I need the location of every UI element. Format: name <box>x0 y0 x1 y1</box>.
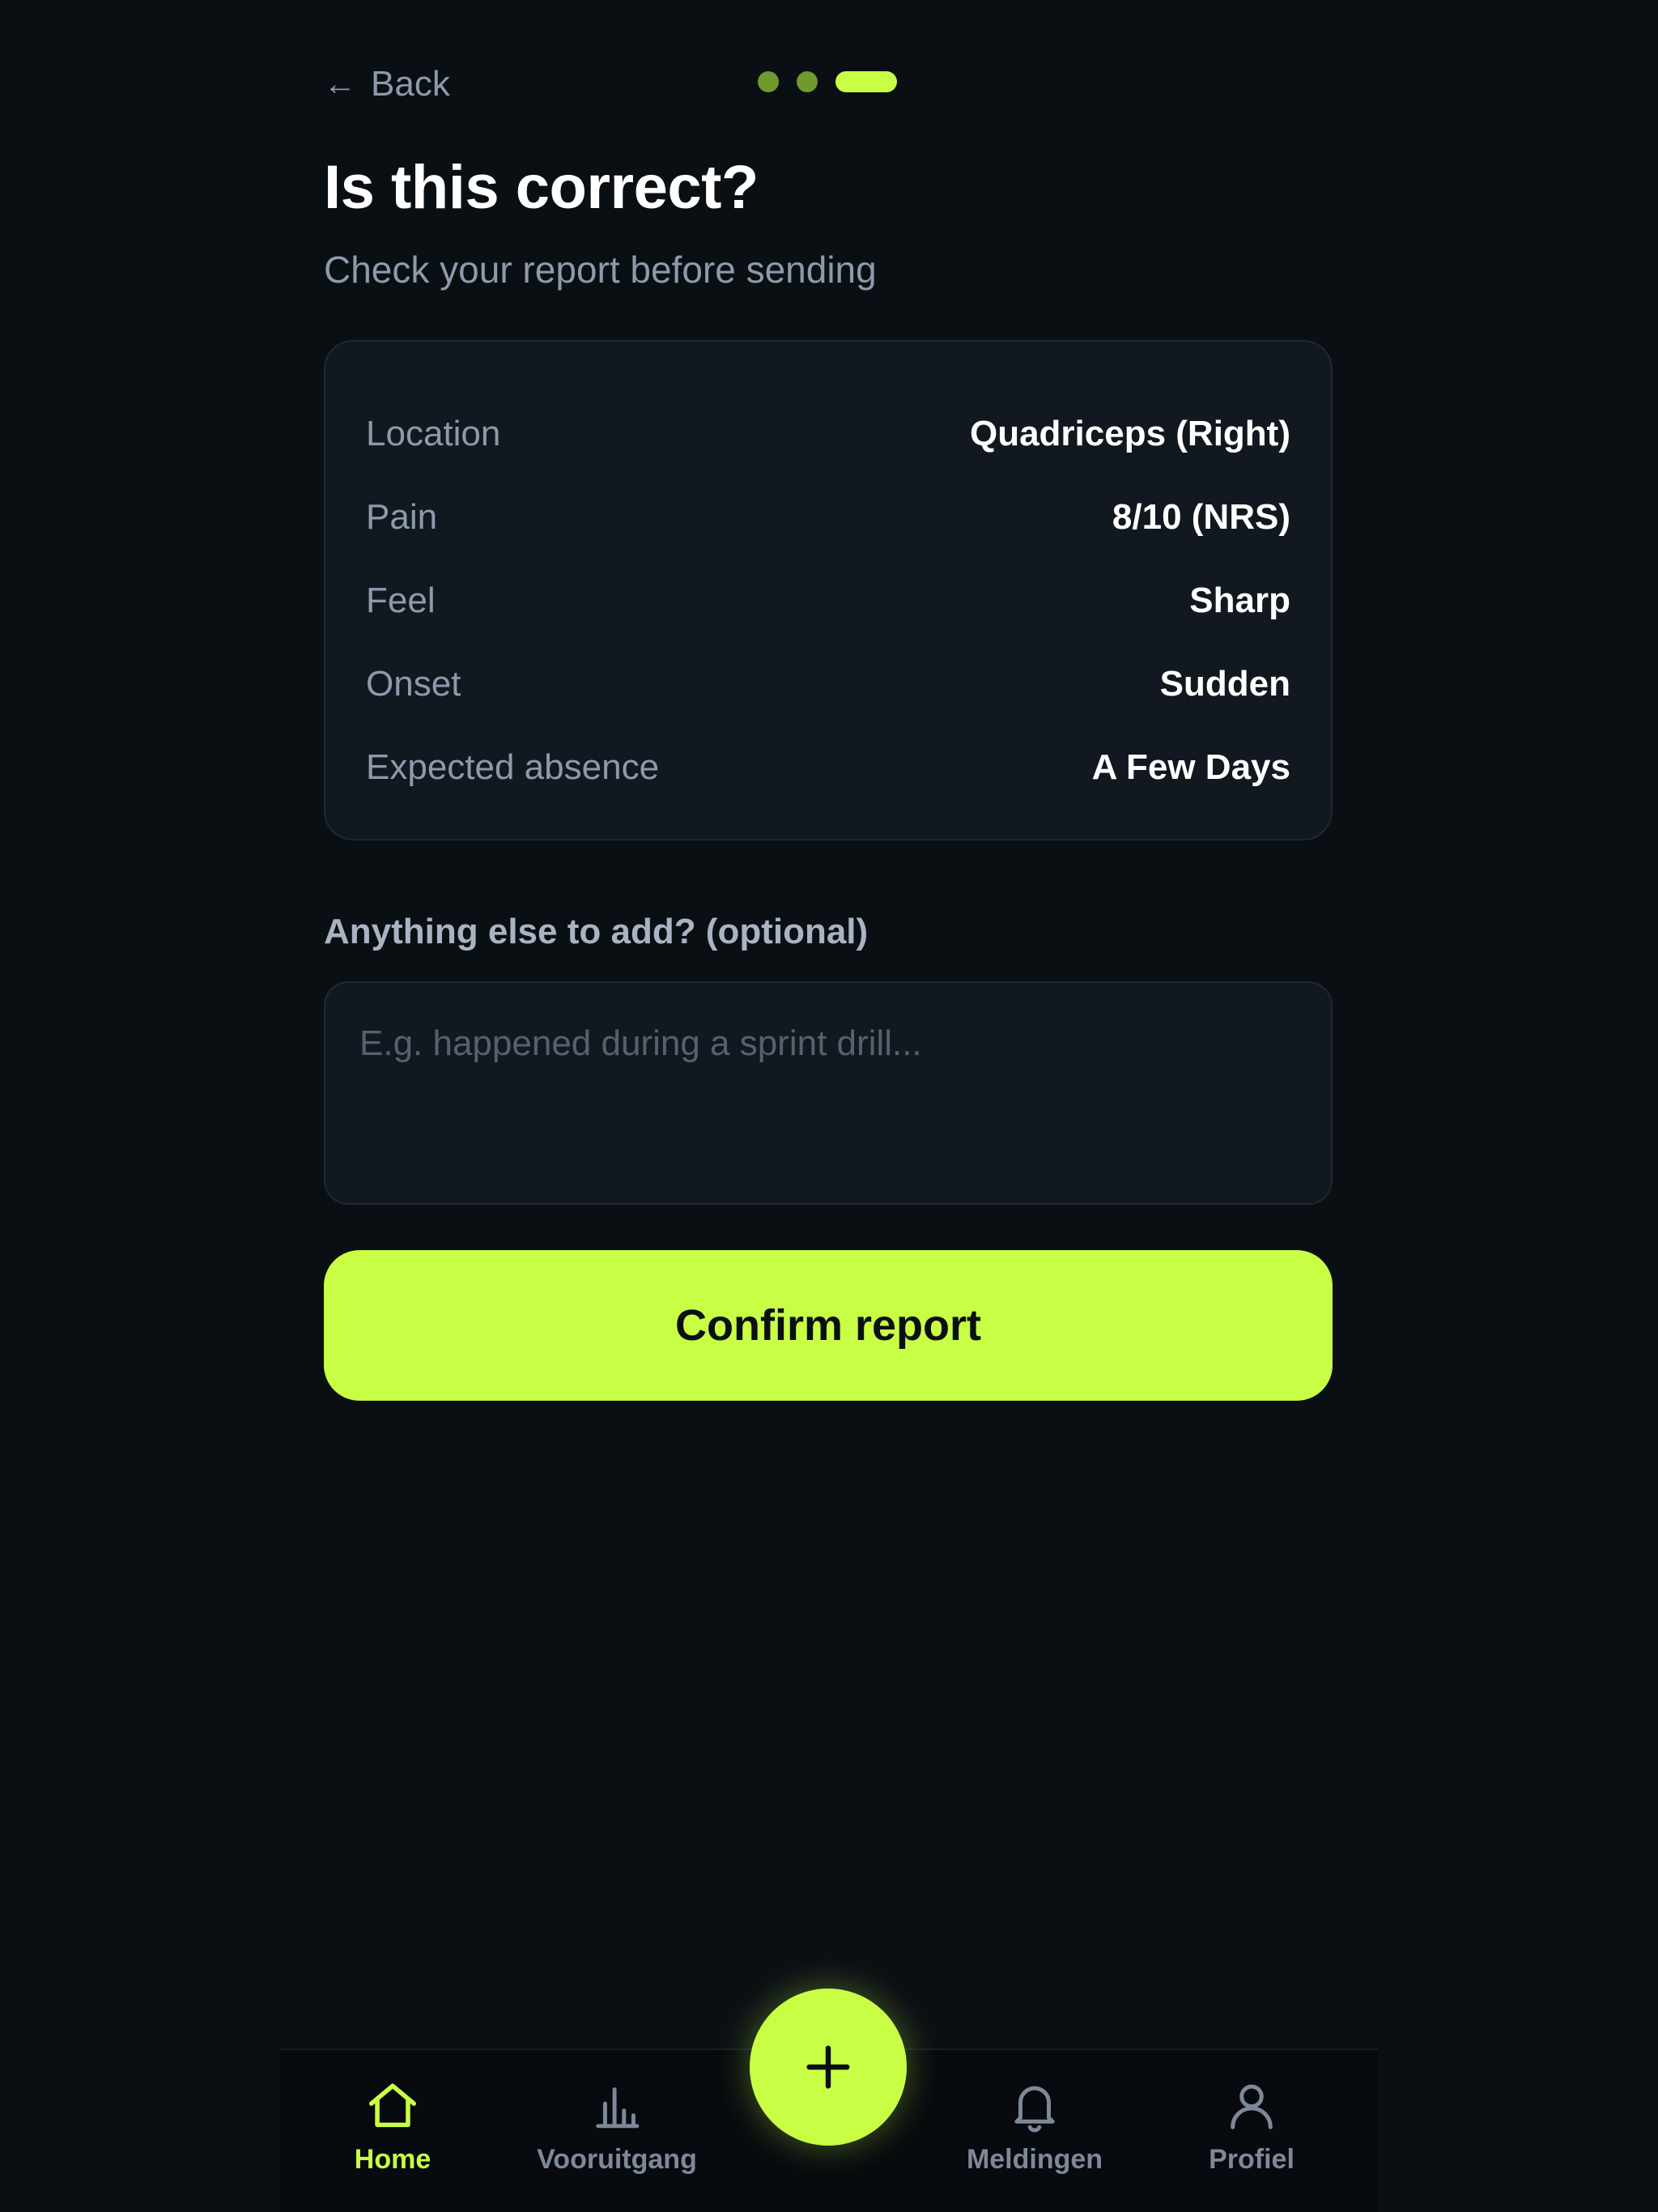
tab-meldingen[interactable]: Meldingen <box>929 2078 1140 2176</box>
summary-row-feel: Feel Sharp <box>366 559 1290 642</box>
tab-label: Home <box>354 2144 432 2175</box>
tab-profiel[interactable]: Profiel <box>1146 2078 1357 2176</box>
progress-step-1 <box>758 71 779 92</box>
summary-row-onset: Onset Sudden <box>366 642 1290 725</box>
summary-label: Location <box>366 413 501 453</box>
summary-row-expected-absence: Expected absence A Few Days <box>366 725 1290 809</box>
bell-icon <box>1014 2086 1055 2133</box>
progress-step-3 <box>835 71 897 92</box>
report-confirm-screen: ← Back Is this correct? Check your repor… <box>0 0 1658 2212</box>
summary-value: Quadriceps (Right) <box>969 413 1290 453</box>
summary-label: Pain <box>366 496 438 537</box>
tab-label: Vooruitgang <box>537 2144 697 2175</box>
summary-row-pain: Pain 8/10 (NRS) <box>366 475 1290 559</box>
summary-value: A Few Days <box>1091 747 1290 787</box>
confirm-report-button[interactable]: Confirm report <box>324 1250 1333 1401</box>
plus-icon <box>806 2045 850 2089</box>
step-progress-indicator <box>758 71 897 92</box>
add-report-button[interactable] <box>750 1989 907 2146</box>
summary-value: 8/10 (NRS) <box>1112 496 1290 537</box>
summary-row-location: Location Quadriceps (Right) <box>366 392 1290 475</box>
back-label: Back <box>371 64 450 104</box>
tab-home[interactable]: Home <box>287 2078 498 2176</box>
home-icon <box>368 2083 417 2128</box>
notes-textarea[interactable] <box>324 981 1333 1205</box>
tab-label: Profiel <box>1209 2144 1295 2175</box>
summary-label: Expected absence <box>366 747 660 787</box>
notes-label: Anything else to add? (optional) <box>324 912 869 951</box>
report-summary-card: Location Quadriceps (Right) Pain 8/10 (N… <box>324 340 1333 840</box>
back-button[interactable]: ← Back <box>324 58 450 110</box>
user-icon <box>1231 2084 1273 2129</box>
summary-value: Sudden <box>1159 663 1290 704</box>
bar-chart-icon <box>596 2087 640 2129</box>
tab-vooruitgang[interactable]: Vooruitgang <box>512 2078 722 2176</box>
summary-label: Feel <box>366 580 436 620</box>
progress-step-2 <box>797 71 818 92</box>
page-subtitle: Check your report before sending <box>324 249 877 291</box>
page-title: Is this correct? <box>324 153 759 222</box>
summary-label: Onset <box>366 663 461 704</box>
top-bar: ← Back <box>324 58 1333 110</box>
summary-value: Sharp <box>1189 580 1290 620</box>
tab-label: Meldingen <box>966 2144 1103 2175</box>
back-arrow-icon: ← <box>324 66 356 102</box>
